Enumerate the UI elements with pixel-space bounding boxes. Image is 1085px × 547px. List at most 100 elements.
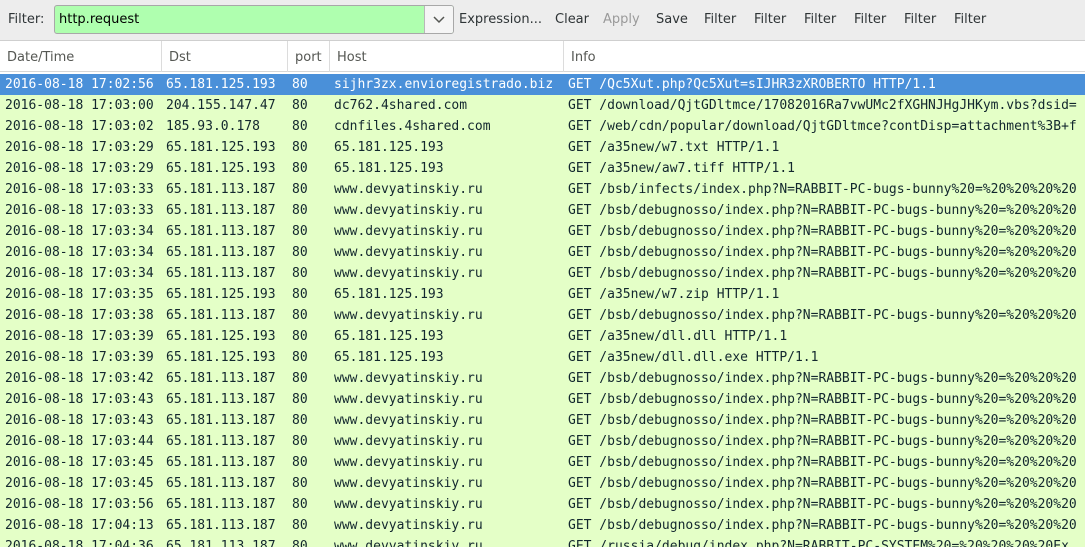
cell-port: 80 bbox=[292, 392, 308, 407]
table-row[interactable]: 2016-08-18 17:03:45 65.181.113.187 80 www.d… bbox=[0, 452, 1085, 473]
filter-input[interactable] bbox=[55, 6, 424, 33]
filter-button-6[interactable]: Filter bbox=[954, 12, 986, 27]
cell-datetime: 2016-08-18 17:03:45 bbox=[5, 476, 154, 491]
cell-host: www.devyatinskiy.ru bbox=[334, 371, 483, 386]
cell-info: GET /bsb/debugnosso/index.php?N=RABBIT-P… bbox=[568, 434, 1077, 449]
cell-host: cdnfiles.4shared.com bbox=[334, 119, 491, 134]
cell-datetime: 2016-08-18 17:03:44 bbox=[5, 434, 154, 449]
table-row[interactable]: 2016-08-18 17:03:02 185.93.0.178 80 cdnfile… bbox=[0, 116, 1085, 137]
table-row[interactable]: 2016-08-18 17:03:39 65.181.125.193 80 65.18… bbox=[0, 326, 1085, 347]
cell-port: 80 bbox=[292, 245, 308, 260]
cell-datetime: 2016-08-18 17:03:34 bbox=[5, 224, 154, 239]
cell-dst: 65.181.125.193 bbox=[166, 329, 276, 344]
cell-datetime: 2016-08-18 17:03:00 bbox=[5, 98, 154, 113]
table-row[interactable]: 2016-08-18 17:03:34 65.181.113.187 80 www.d… bbox=[0, 221, 1085, 242]
cell-host: www.devyatinskiy.ru bbox=[334, 266, 483, 281]
apply-button[interactable]: Apply bbox=[603, 12, 640, 27]
filter-button-3[interactable]: Filter bbox=[804, 12, 836, 27]
cell-datetime: 2016-08-18 17:03:34 bbox=[5, 245, 154, 260]
expression-button[interactable]: Expression... bbox=[459, 12, 542, 27]
cell-dst: 65.181.125.193 bbox=[166, 287, 276, 302]
cell-info: GET /bsb/infects/index.php?N=RABBIT-PC-b… bbox=[568, 182, 1077, 197]
table-row[interactable]: 2016-08-18 17:03:43 65.181.113.187 80 www.d… bbox=[0, 389, 1085, 410]
clear-button[interactable]: Clear bbox=[555, 12, 589, 27]
table-row[interactable]: 2016-08-18 17:02:56 65.181.125.193 80 sijhr… bbox=[0, 74, 1085, 95]
cell-host: www.devyatinskiy.ru bbox=[334, 224, 483, 239]
cell-dst: 65.181.113.187 bbox=[166, 413, 276, 428]
cell-info: GET /bsb/debugnosso/index.php?N=RABBIT-P… bbox=[568, 518, 1077, 533]
filter-label: Filter: bbox=[8, 12, 45, 27]
cell-dst: 65.181.125.193 bbox=[166, 350, 276, 365]
cell-info: GET /bsb/debugnosso/index.php?N=RABBIT-P… bbox=[568, 266, 1077, 281]
table-row[interactable]: 2016-08-18 17:04:36 65.181.113.187 80 www.d… bbox=[0, 536, 1085, 547]
cell-info: GET /a35new/dll.dll HTTP/1.1 bbox=[568, 329, 788, 344]
column-header-dst[interactable]: Dst bbox=[162, 41, 288, 72]
filter-dropdown-button[interactable] bbox=[424, 6, 453, 33]
cell-dst: 65.181.113.187 bbox=[166, 455, 276, 470]
cell-datetime: 2016-08-18 17:03:02 bbox=[5, 119, 154, 134]
cell-host: 65.181.125.193 bbox=[334, 140, 444, 155]
cell-host: 65.181.125.193 bbox=[334, 287, 444, 302]
filter-button-4[interactable]: Filter bbox=[854, 12, 886, 27]
cell-host: www.devyatinskiy.ru bbox=[334, 392, 483, 407]
table-row[interactable]: 2016-08-18 17:04:13 65.181.113.187 80 www.d… bbox=[0, 515, 1085, 536]
table-row[interactable]: 2016-08-18 17:03:33 65.181.113.187 80 www.d… bbox=[0, 179, 1085, 200]
cell-datetime: 2016-08-18 17:03:29 bbox=[5, 161, 154, 176]
cell-info: GET /bsb/debugnosso/index.php?N=RABBIT-P… bbox=[568, 308, 1077, 323]
filter-combobox[interactable] bbox=[54, 5, 454, 34]
column-header-host[interactable]: Host bbox=[330, 41, 564, 72]
cell-datetime: 2016-08-18 17:03:43 bbox=[5, 413, 154, 428]
cell-host: www.devyatinskiy.ru bbox=[334, 497, 483, 512]
cell-port: 80 bbox=[292, 455, 308, 470]
cell-port: 80 bbox=[292, 266, 308, 281]
table-row[interactable]: 2016-08-18 17:03:29 65.181.125.193 80 65.18… bbox=[0, 158, 1085, 179]
column-header-port[interactable]: port bbox=[288, 41, 330, 72]
chevron-down-icon bbox=[433, 15, 445, 23]
cell-info: GET /bsb/debugnosso/index.php?N=RABBIT-P… bbox=[568, 455, 1077, 470]
cell-info: GET /a35new/w7.zip HTTP/1.1 bbox=[568, 287, 780, 302]
save-button[interactable]: Save bbox=[656, 12, 688, 27]
filter-button-1[interactable]: Filter bbox=[704, 12, 736, 27]
table-row[interactable]: 2016-08-18 17:03:38 65.181.113.187 80 www.d… bbox=[0, 305, 1085, 326]
column-header-info[interactable]: Info bbox=[564, 41, 1085, 72]
cell-datetime: 2016-08-18 17:03:38 bbox=[5, 308, 154, 323]
cell-datetime: 2016-08-18 17:04:13 bbox=[5, 518, 154, 533]
packet-list-header: Date/Time Dst port Host Info bbox=[0, 41, 1085, 72]
cell-host: www.devyatinskiy.ru bbox=[334, 413, 483, 428]
table-row[interactable]: 2016-08-18 17:03:33 65.181.113.187 80 www.d… bbox=[0, 200, 1085, 221]
table-row[interactable]: 2016-08-18 17:03:39 65.181.125.193 80 65.18… bbox=[0, 347, 1085, 368]
cell-host: 65.181.125.193 bbox=[334, 161, 444, 176]
cell-datetime: 2016-08-18 17:03:34 bbox=[5, 266, 154, 281]
filter-button-5[interactable]: Filter bbox=[904, 12, 936, 27]
table-row[interactable]: 2016-08-18 17:03:34 65.181.113.187 80 www.d… bbox=[0, 263, 1085, 284]
cell-host: 65.181.125.193 bbox=[334, 329, 444, 344]
table-row[interactable]: 2016-08-18 17:03:34 65.181.113.187 80 www.d… bbox=[0, 242, 1085, 263]
column-header-datetime[interactable]: Date/Time bbox=[0, 41, 162, 72]
cell-info: GET /bsb/debugnosso/index.php?N=RABBIT-P… bbox=[568, 413, 1077, 428]
cell-host: www.devyatinskiy.ru bbox=[334, 245, 483, 260]
cell-port: 80 bbox=[292, 98, 308, 113]
table-row[interactable]: 2016-08-18 17:03:44 65.181.113.187 80 www.d… bbox=[0, 431, 1085, 452]
cell-datetime: 2016-08-18 17:03:39 bbox=[5, 329, 154, 344]
cell-datetime: 2016-08-18 17:03:39 bbox=[5, 350, 154, 365]
cell-info: GET /bsb/debugnosso/index.php?N=RABBIT-P… bbox=[568, 245, 1077, 260]
cell-info: GET /russia/debug/index.php?N=RABBIT-PC-… bbox=[568, 539, 1069, 547]
cell-datetime: 2016-08-18 17:03:56 bbox=[5, 497, 154, 512]
cell-dst: 65.181.113.187 bbox=[166, 476, 276, 491]
cell-dst: 65.181.125.193 bbox=[166, 140, 276, 155]
table-row[interactable]: 2016-08-18 17:03:43 65.181.113.187 80 www.d… bbox=[0, 410, 1085, 431]
table-row[interactable]: 2016-08-18 17:03:35 65.181.125.193 80 65.18… bbox=[0, 284, 1085, 305]
cell-info: GET /web/cdn/popular/download/QjtGDltmce… bbox=[568, 119, 1077, 134]
table-row[interactable]: 2016-08-18 17:03:00 204.155.147.47 80 dc762… bbox=[0, 95, 1085, 116]
filter-button-2[interactable]: Filter bbox=[754, 12, 786, 27]
cell-dst: 65.181.113.187 bbox=[166, 203, 276, 218]
table-row[interactable]: 2016-08-18 17:03:42 65.181.113.187 80 www.d… bbox=[0, 368, 1085, 389]
cell-port: 80 bbox=[292, 350, 308, 365]
table-row[interactable]: 2016-08-18 17:03:45 65.181.113.187 80 www.d… bbox=[0, 473, 1085, 494]
cell-port: 80 bbox=[292, 497, 308, 512]
cell-dst: 65.181.113.187 bbox=[166, 224, 276, 239]
cell-port: 80 bbox=[292, 203, 308, 218]
table-row[interactable]: 2016-08-18 17:03:56 65.181.113.187 80 www.d… bbox=[0, 494, 1085, 515]
cell-host: www.devyatinskiy.ru bbox=[334, 455, 483, 470]
table-row[interactable]: 2016-08-18 17:03:29 65.181.125.193 80 65.18… bbox=[0, 137, 1085, 158]
